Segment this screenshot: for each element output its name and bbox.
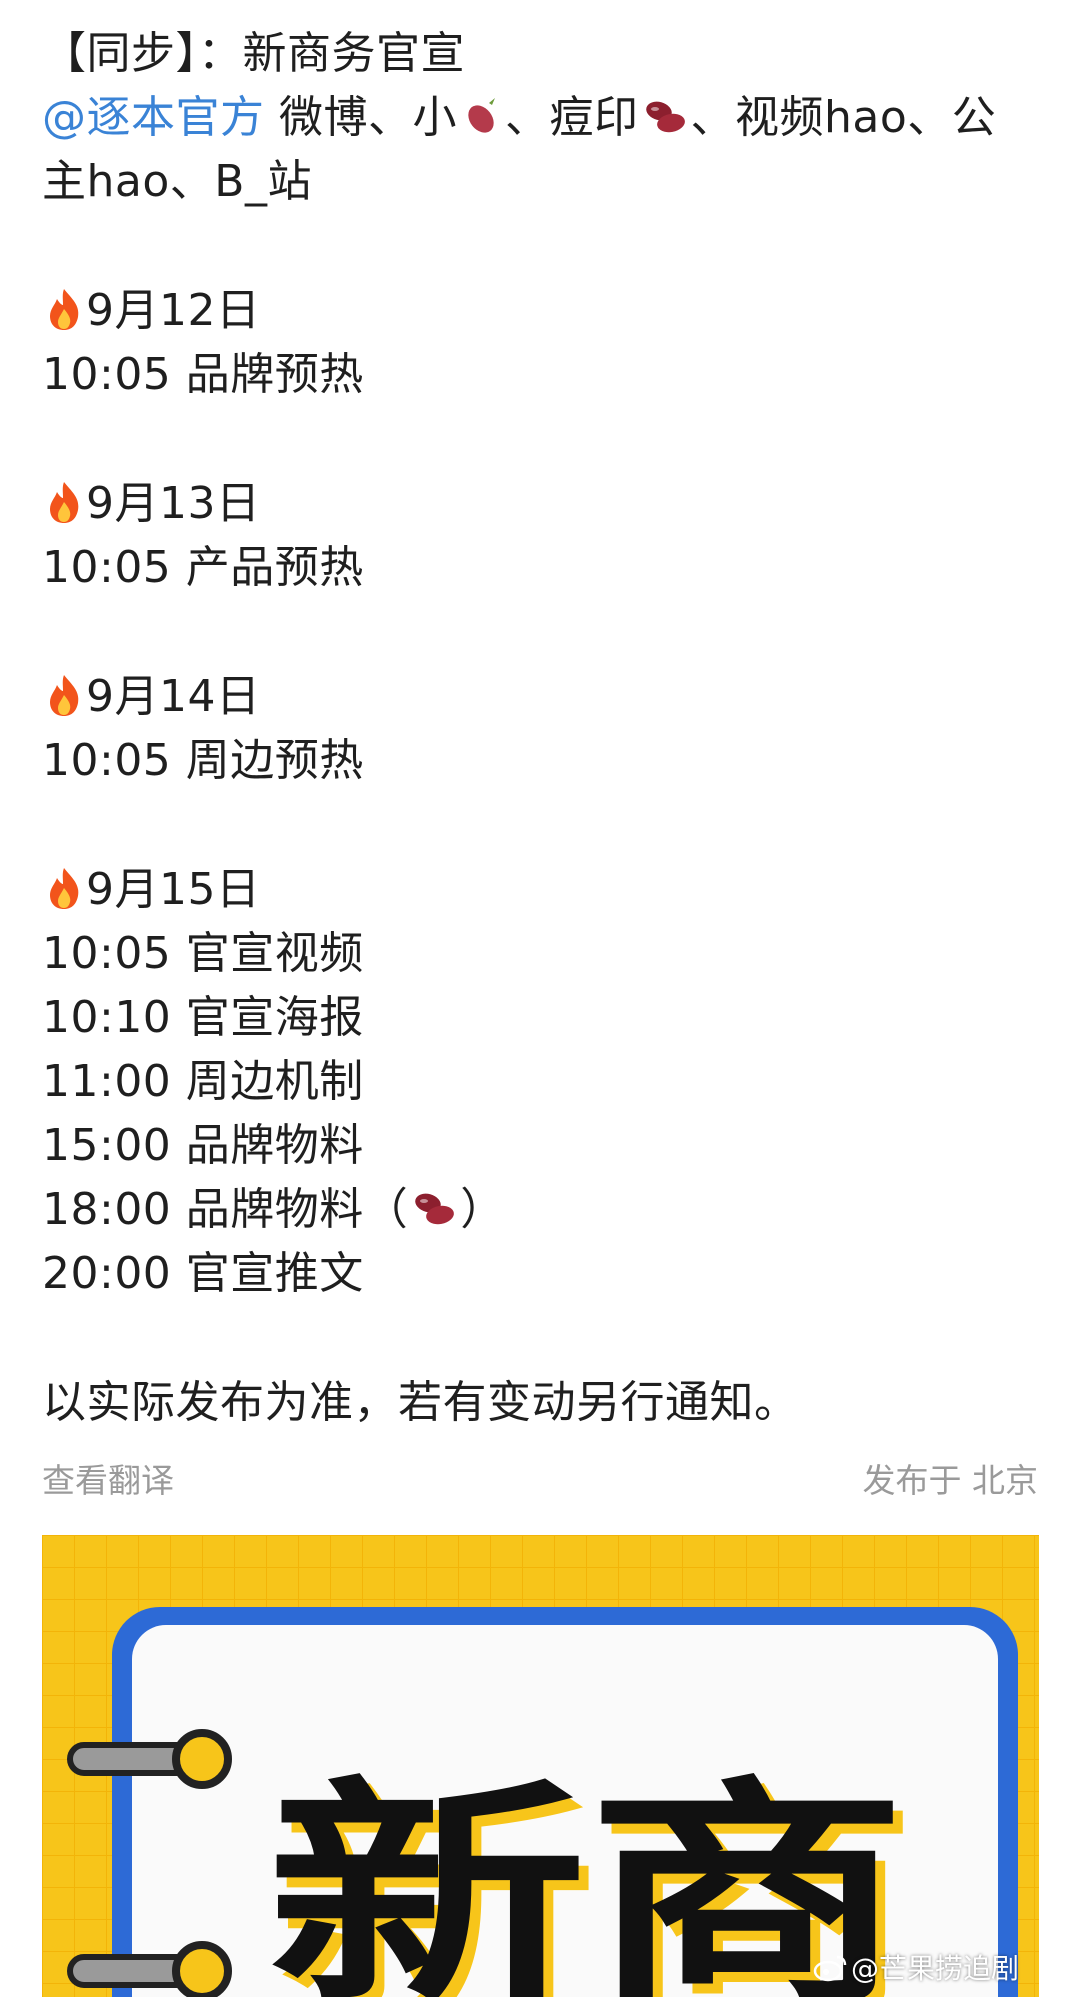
platforms-line-2: 主hao、B_站	[42, 156, 312, 207]
schedule-item: 10:05 官宣视频	[42, 928, 364, 979]
footer-note: 以实际发布为准，若有变动另行通知。	[42, 1377, 799, 1428]
schedule-item: 10:05 周边预热	[42, 735, 364, 786]
schedule-item: 20:00 官宣推文	[42, 1248, 364, 1299]
schedule-date: 9月13日	[42, 472, 1038, 536]
schedule-item: 10:10 官宣海报	[42, 992, 364, 1043]
schedule-date: 9月12日	[42, 279, 1038, 343]
sweet-potato-icon	[468, 98, 495, 133]
schedule-item: 15:00 品牌物料	[42, 1120, 364, 1171]
platforms-text-c: 、视频hao、公	[690, 92, 997, 143]
date-label: 9月14日	[86, 671, 261, 722]
bean-icon	[415, 1193, 455, 1225]
platforms-text-a: 微博、小	[264, 92, 457, 143]
location-label: 发布于 北京	[862, 1461, 1039, 1500]
schedule-date: 9月15日	[42, 858, 1038, 922]
schedule-item: 11:00 周边机制	[42, 1056, 364, 1107]
date-label: 9月12日	[86, 285, 261, 336]
schedule-item-with-emoji: 18:00 品牌物料（ ）	[42, 1178, 1038, 1242]
schedule-item: 10:05 产品预热	[42, 542, 364, 593]
watermark: @芒果捞追剧	[813, 1947, 1019, 1987]
post-image[interactable]: 新商 新商 @芒果捞追剧	[42, 1535, 1039, 1997]
image-headline-shadow: 新商	[267, 1757, 907, 1997]
post-title: 【同步】：新商务官宣	[42, 28, 465, 79]
bean-icon	[645, 101, 685, 133]
fire-emoji-icon	[50, 868, 79, 909]
schedule-date: 9月14日	[42, 665, 1038, 729]
schedule-item-text-end: ）	[460, 1184, 505, 1235]
fire-emoji-icon	[50, 482, 79, 523]
date-label: 9月13日	[86, 478, 261, 529]
post-content: 【同步】：新商务官宣 @逐本官方 微博、小 、痘印 、视频hao、公 主hao、B_…	[42, 22, 1038, 1435]
fire-emoji-icon	[50, 675, 79, 716]
platforms-line-1: @逐本官方 微博、小 、痘印 、视频hao、公	[42, 86, 1038, 150]
announcement-graphic: 新商 新商	[42, 1535, 1039, 1997]
schedule-item: 10:05 品牌预热	[42, 349, 364, 400]
date-label: 9月15日	[86, 864, 261, 915]
platforms-text-b: 、痘印	[505, 92, 639, 143]
weibo-logo-icon	[813, 1955, 847, 1982]
schedule-item-text: 18:00 品牌物料（	[42, 1184, 409, 1235]
post-meta: 查看翻译 发布于 北京	[42, 1454, 1038, 1504]
mention-link[interactable]: @逐本官方	[42, 92, 265, 143]
translate-link[interactable]: 查看翻译	[42, 1454, 174, 1502]
watermark-text: @芒果捞追剧	[850, 1952, 1019, 1985]
fire-emoji-icon	[50, 289, 79, 330]
